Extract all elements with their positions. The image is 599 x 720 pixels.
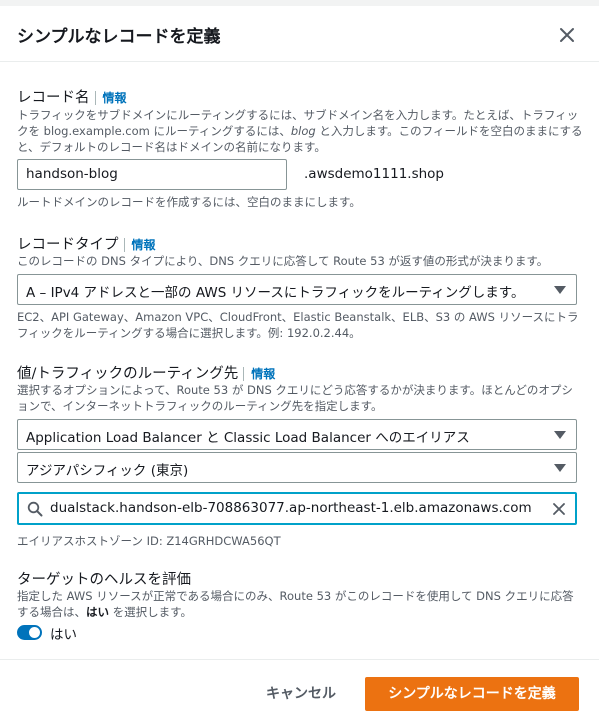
alias-target-value: dualstack.handson-elb-708863077.ap-north…	[50, 500, 532, 516]
caret-down-icon	[554, 431, 566, 439]
record-type-description: このレコードの DNS タイプにより、DNS クエリに応答して Route 53…	[17, 254, 549, 268]
define-simple-record-button[interactable]: シンプルなレコードを定義	[365, 677, 579, 711]
evaluate-health-label: ターゲットのヘルスを評価	[17, 572, 191, 588]
evaluate-health-description: 指定した AWS リソースが正常である場合にのみ、Route 53 がこのレコー…	[17, 589, 574, 619]
modal-header: シンプルなレコードを定義	[0, 6, 599, 62]
record-name-description: トラフィックをサブドメインにルーティングするには、サブドメイン名を入力します。た…	[17, 108, 583, 154]
hosted-zone-id: エイリアスホストゾーン ID: Z14GRHDCWA56QT	[17, 534, 281, 548]
caret-down-icon	[554, 464, 566, 472]
record-name-input[interactable]: handson-blog	[17, 159, 287, 190]
endpoint-select[interactable]: Application Load Balancer と Classic Load…	[17, 419, 577, 450]
record-name-label: レコード名 情報	[17, 90, 127, 106]
record-name-info-link[interactable]: 情報	[94, 91, 127, 105]
alias-target-search[interactable]: dualstack.handson-elb-708863077.ap-north…	[17, 492, 577, 525]
routing-target-label: 値/トラフィックのルーティング先 情報	[17, 366, 276, 382]
region-select[interactable]: アジアパシフィック (東京)	[17, 452, 577, 483]
caret-down-icon	[554, 286, 566, 294]
clear-icon[interactable]	[551, 501, 567, 517]
record-type-label: レコードタイプ 情報	[17, 237, 156, 253]
record-type-info-link[interactable]: 情報	[123, 238, 156, 252]
endpoint-selected-value: Application Load Balancer と Classic Load…	[26, 430, 470, 446]
evaluate-health-toggle-label: はい	[50, 627, 77, 643]
modal-title: シンプルなレコードを定義	[17, 27, 221, 47]
region-selected-value: アジアパシフィック (東京)	[26, 463, 189, 479]
evaluate-health-toggle[interactable]	[17, 625, 42, 640]
routing-target-description: 選択するオプションによって、Route 53 が DNS クエリにどう応答するか…	[17, 383, 573, 413]
close-button[interactable]	[556, 24, 578, 46]
footer-divider	[0, 659, 599, 660]
search-icon	[27, 501, 43, 517]
define-simple-record-modal: シンプルなレコードを定義 レコード名 情報 トラフィックをサブドメインにルーティン…	[0, 6, 599, 720]
record-name-hint: ルートドメインのレコードを作成するには、空白のままにします。	[17, 195, 361, 209]
record-type-selected-value: A – IPv4 アドレスと一部の AWS リソースにトラフィックをルーティング…	[26, 285, 525, 301]
close-icon	[560, 28, 574, 42]
record-type-select[interactable]: A – IPv4 アドレスと一部の AWS リソースにトラフィックをルーティング…	[17, 274, 577, 305]
domain-suffix: .awsdemo1111.shop	[304, 166, 444, 182]
toggle-knob	[29, 627, 40, 638]
record-type-hint: EC2、API Gateway、Amazon VPC、CloudFront、El…	[17, 310, 579, 340]
cancel-button[interactable]: キャンセル	[249, 678, 353, 710]
routing-target-info-link[interactable]: 情報	[243, 367, 276, 381]
